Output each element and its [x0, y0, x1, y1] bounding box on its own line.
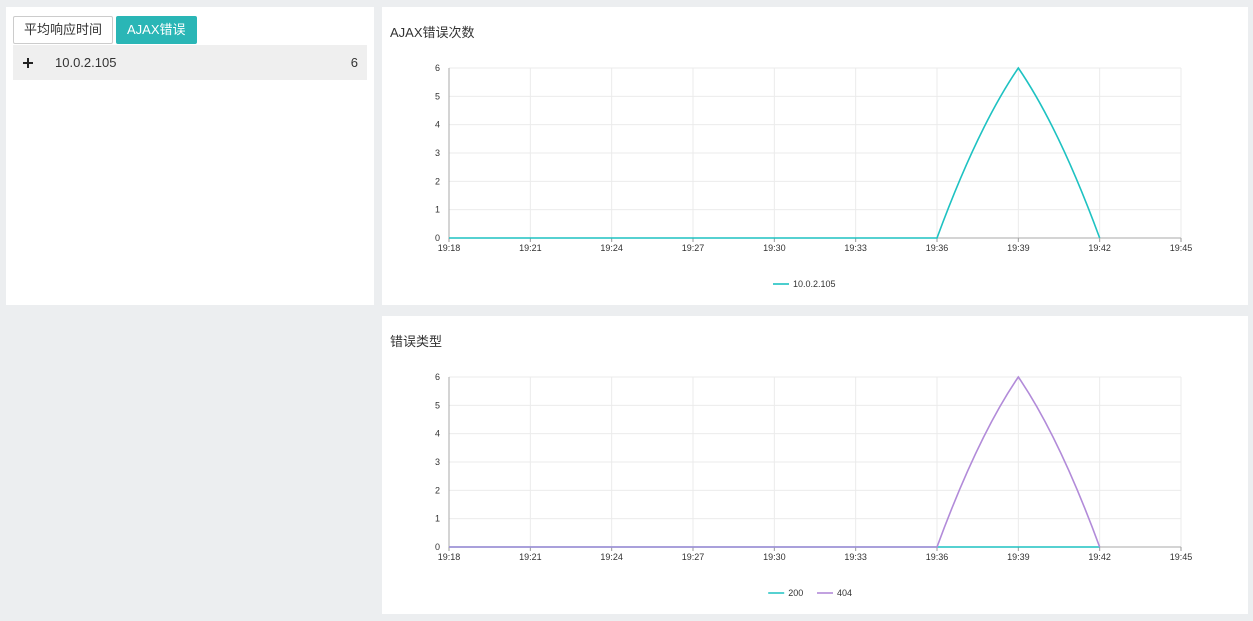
x-tick-label: 19:39 — [1007, 552, 1030, 562]
expand-plus-icon[interactable] — [23, 57, 33, 68]
y-tick-label: 1 — [435, 514, 440, 524]
ip-list-item[interactable]: 10.0.2.105 6 — [13, 45, 367, 80]
ip-address: 10.0.2.105 — [55, 55, 117, 70]
error-type-chart-panel: 错误类型 0 1 2 3 4 5 6 19:18 19:21 19:24 19:27 19:30 19:… — [382, 316, 1248, 614]
ajax-error-count-chart-panel: AJAX错误次数 0 1 2 3 4 5 6 19:18 19:21 19:24 19:27 19:3… — [382, 7, 1248, 305]
y-tick-label: 1 — [435, 205, 440, 215]
x-tick-label: 19:42 — [1088, 243, 1111, 253]
x-tick-label: 19:30 — [763, 243, 786, 253]
ajax-error-count-chart: 0 1 2 3 4 5 6 19:18 19:21 19:24 19:27 19:30 19:33 19:… — [435, 63, 1193, 289]
x-tick-label: 19:24 — [600, 243, 623, 253]
tab-ajax-errors[interactable]: AJAX错误 — [116, 16, 197, 44]
y-tick-label: 5 — [435, 400, 440, 410]
y-tick-label: 3 — [435, 148, 440, 158]
tab-avg-response-time[interactable]: 平均响应时间 — [13, 16, 114, 44]
y-tick-label: 5 — [435, 91, 440, 101]
left-panel: 平均响应时间 AJAX错误 10.0.2.105 6 — [6, 7, 374, 305]
x-tick-label: 19:24 — [600, 552, 623, 562]
x-tick-label: 19:21 — [519, 243, 542, 253]
x-tick-label: 19:30 — [763, 552, 786, 562]
y-tick-label: 6 — [435, 372, 440, 382]
legend-label: 200 — [788, 588, 803, 598]
x-tick-label: 19:18 — [438, 243, 461, 253]
x-tick-label: 19:42 — [1088, 552, 1111, 562]
x-tick-label: 19:45 — [1170, 243, 1193, 253]
y-tick-label: 4 — [435, 429, 440, 439]
x-tick-label: 19:39 — [1007, 243, 1030, 253]
legend-label: 10.0.2.105 — [793, 279, 836, 289]
x-tick-label: 19:21 — [519, 552, 542, 562]
y-tick-label: 6 — [435, 63, 440, 73]
x-tick-label: 19:27 — [682, 552, 705, 562]
tab-bar: 平均响应时间 AJAX错误 — [13, 16, 197, 44]
y-tick-label: 2 — [435, 176, 440, 186]
y-tick-label: 2 — [435, 485, 440, 495]
x-tick-label: 19:33 — [844, 552, 867, 562]
x-tick-label: 19:45 — [1170, 552, 1193, 562]
x-tick-label: 19:33 — [844, 243, 867, 253]
error-count: 6 — [350, 55, 358, 70]
error-type-chart: 0 1 2 3 4 5 6 19:18 19:21 19:24 19:27 19:30 19:33 19:… — [435, 372, 1193, 598]
y-tick-label: 0 — [435, 542, 440, 552]
x-tick-label: 19:36 — [926, 243, 949, 253]
y-tick-label: 3 — [435, 457, 440, 467]
y-tick-label: 0 — [435, 233, 440, 243]
y-tick-label: 4 — [435, 120, 440, 130]
x-tick-label: 19:18 — [438, 552, 461, 562]
x-tick-label: 19:27 — [682, 243, 705, 253]
legend-label: 404 — [837, 588, 852, 598]
x-tick-label: 19:36 — [926, 552, 949, 562]
